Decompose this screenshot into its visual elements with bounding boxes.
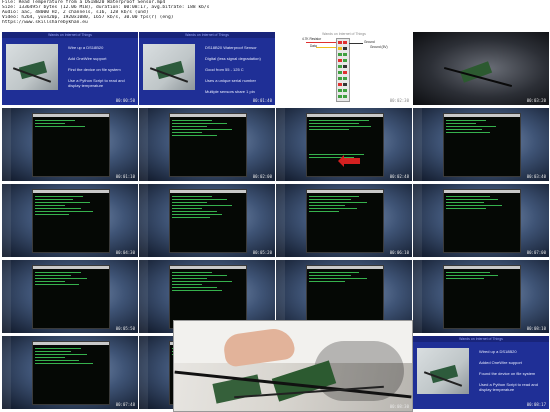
thumbnail-terminal[interactable]: 00:02:48 bbox=[276, 108, 412, 181]
wiring-label: Ground (5V) bbox=[370, 45, 388, 49]
slide-bullet: Uses a unique serial number bbox=[205, 78, 256, 83]
terminal-window bbox=[169, 189, 247, 253]
slide-bullet: Used a Python Script to read and display… bbox=[479, 382, 538, 392]
slide-bullet: Multiple sensors share 1 pin bbox=[205, 89, 255, 94]
thumbnail-terminal[interactable]: 00:07:00 bbox=[413, 184, 549, 257]
timestamp: 00:08:10 bbox=[526, 326, 546, 331]
thumbnail-slide-objectives[interactable]: Wands on Internet of Things Wire up a DS… bbox=[2, 32, 138, 105]
slide-bullet: Digital (less signal degradation) bbox=[205, 56, 261, 61]
file-info-line: https://www.skillsharebykhan.eu bbox=[2, 20, 88, 25]
thumbnail-terminal[interactable]: 00:03:40 bbox=[413, 108, 549, 181]
thumbnail-terminal[interactable]: 00:05:50 bbox=[2, 260, 138, 333]
timestamp: 00:04:30 bbox=[115, 250, 135, 255]
timestamp: 00:02:00 bbox=[252, 174, 272, 179]
timestamp: 00:01:40 bbox=[252, 98, 272, 103]
slide-bullets: Wired up a DS18B20 Added OneWire support… bbox=[479, 349, 547, 398]
device-photo bbox=[6, 44, 58, 90]
terminal-window bbox=[443, 265, 521, 329]
terminal-window bbox=[306, 189, 384, 253]
thumbnail-terminal[interactable]: 00:01:10 bbox=[2, 108, 138, 181]
slide-bullet: Added OneWire support bbox=[479, 360, 522, 365]
timestamp: 00:03:40 bbox=[526, 174, 546, 179]
slide-bullet: Add OneWire support bbox=[68, 56, 107, 61]
thumbnail-device-photo[interactable]: 00:03:20 bbox=[413, 32, 549, 105]
thumbnail-terminal[interactable]: 00:08:10 bbox=[413, 260, 549, 333]
terminal-window bbox=[306, 113, 384, 177]
device-photo bbox=[417, 348, 469, 394]
timestamp: 00:00:50 bbox=[115, 98, 135, 103]
wiring-label: Ground bbox=[364, 40, 375, 44]
slide-bullet: Find the device on file system bbox=[68, 67, 121, 72]
slide-header: Wands on Internet of Things bbox=[322, 32, 366, 36]
slide-bullet: Found the device on file system bbox=[479, 371, 536, 376]
timestamp: 00:02:30 bbox=[389, 98, 409, 103]
timestamp: 00:08:17 bbox=[526, 402, 546, 407]
thumbnail-terminal[interactable]: 00:04:30 bbox=[2, 184, 138, 257]
timestamp: 00:02:48 bbox=[389, 174, 409, 179]
slide-bullet: Good from 55 - 125 C bbox=[205, 67, 244, 72]
slide-header: Wands on Internet of Things bbox=[2, 32, 138, 38]
timestamp: 00:05:50 bbox=[115, 326, 135, 331]
thumbnail-terminal[interactable]: 00:02:00 bbox=[139, 108, 275, 181]
slide-bullets: DS18B20 Waterproof Sensor Digital (less … bbox=[205, 45, 273, 100]
thumbnail-terminal[interactable]: 00:05:20 bbox=[139, 184, 275, 257]
terminal-window bbox=[32, 341, 110, 405]
thumbnail-terminal[interactable]: 00:07:48 bbox=[2, 336, 138, 409]
timestamp: 00:07:48 bbox=[115, 402, 135, 407]
timestamp: 00:07:00 bbox=[526, 250, 546, 255]
slide-bullet: Wired up a DS18B20 bbox=[479, 349, 517, 354]
red-arrow-icon bbox=[338, 155, 360, 167]
thumbnail-terminal[interactable]: 00:06:10 bbox=[276, 184, 412, 257]
terminal-window bbox=[32, 113, 110, 177]
slide-bullets: Wire up a DS18B20 Add OneWire support Fi… bbox=[68, 45, 136, 94]
terminal-window bbox=[169, 113, 247, 177]
timestamp: 00:01:10 bbox=[115, 174, 135, 179]
device-photo bbox=[143, 44, 195, 90]
thumbnail-slide-summary[interactable]: Wands on Internet of Things Wired up a D… bbox=[413, 336, 549, 409]
slide-bullet: DS18B20 Waterproof Sensor bbox=[205, 45, 257, 50]
gpio-header bbox=[336, 38, 350, 102]
hardware-photo-overlay[interactable]: 00:08:30 bbox=[173, 320, 413, 412]
terminal-window bbox=[32, 189, 110, 253]
slide-header: Wands on Internet of Things bbox=[413, 336, 549, 342]
terminal-window bbox=[443, 189, 521, 253]
slide-header: Wands on Internet of Things bbox=[139, 32, 275, 38]
timestamp: 00:08:30 bbox=[389, 404, 409, 409]
terminal-window bbox=[443, 113, 521, 177]
thumbnail-slide-sensor[interactable]: Wands on Internet of Things DS18B20 Wate… bbox=[139, 32, 275, 105]
slide-bullet: Wire up a DS18B20 bbox=[68, 45, 104, 50]
timestamp: 00:03:20 bbox=[526, 98, 546, 103]
slide-bullet: Use a Python Script to read and display … bbox=[68, 78, 125, 88]
terminal-window bbox=[32, 265, 110, 329]
thumbnail-wiring-diagram[interactable]: Wands on Internet of Things 4.7K Resisto… bbox=[276, 32, 412, 105]
timestamp: 00:05:20 bbox=[252, 250, 272, 255]
wiring-label: 4.7K Resistor bbox=[302, 37, 322, 41]
timestamp: 00:06:10 bbox=[389, 250, 409, 255]
file-info-header: File: Read Temperature from a DS18B20 Wa… bbox=[2, 0, 548, 30]
